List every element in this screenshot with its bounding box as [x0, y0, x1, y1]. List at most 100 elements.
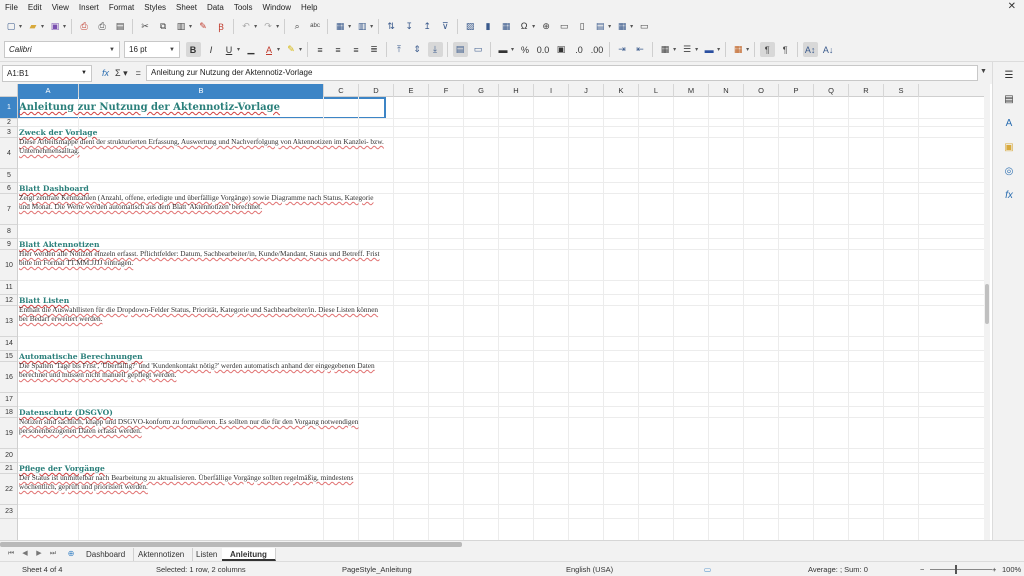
row-header-1[interactable]: 1: [0, 97, 17, 119]
cell-grid[interactable]: Anleitung zur Nutzung der Aktennotiz-Vor…: [18, 97, 990, 540]
column-icon[interactable]: ▥: [355, 19, 370, 34]
save-icon[interactable]: ▣: [48, 19, 63, 34]
formula-icon[interactable]: =: [136, 68, 141, 78]
font-size-box[interactable]: 16 pt ▼: [124, 41, 180, 58]
font-color-icon[interactable]: A: [262, 42, 277, 57]
tab-anleitung[interactable]: Anleitung: [222, 548, 276, 561]
define-print-area-icon[interactable]: ▤: [593, 19, 608, 34]
column-header-k[interactable]: K: [604, 84, 639, 97]
open-icon[interactable]: ▰: [26, 19, 41, 34]
menu-file[interactable]: File: [0, 3, 23, 12]
zoom-in-icon[interactable]: +: [992, 565, 996, 574]
row-icon[interactable]: ▦: [333, 19, 348, 34]
row-header-15[interactable]: 15: [0, 351, 17, 362]
text-direction-horizontal-icon[interactable]: A↕: [802, 42, 818, 57]
comment-icon[interactable]: ▭: [557, 19, 572, 34]
new-icon[interactable]: ▢: [4, 19, 19, 34]
print-preview-icon[interactable]: ▤: [113, 19, 128, 34]
copy-icon[interactable]: ⧉: [156, 19, 171, 34]
row-header-4[interactable]: 4: [0, 138, 17, 169]
row-header-22[interactable]: 22: [0, 474, 17, 505]
merge-center-icon[interactable]: ▭: [471, 42, 486, 57]
column-header-h[interactable]: H: [499, 84, 534, 97]
column-header-e[interactable]: E: [394, 84, 429, 97]
tab-dashboard[interactable]: Dashboard: [78, 548, 135, 561]
name-box[interactable]: A1:B1 ▼: [2, 64, 92, 82]
align-center-icon[interactable]: ≡: [331, 42, 346, 57]
tab-listen[interactable]: Listen: [188, 548, 227, 561]
selection-mode-icon[interactable]: ▭: [704, 565, 711, 574]
align-middle-icon[interactable]: ⇕: [410, 42, 425, 57]
column-header-s[interactable]: S: [884, 84, 919, 97]
row-header-17[interactable]: 17: [0, 393, 17, 407]
border-style-icon[interactable]: ☰: [680, 42, 695, 57]
split-window-icon[interactable]: ▭: [637, 19, 652, 34]
undo-icon[interactable]: ↶: [239, 19, 254, 34]
borders-icon[interactable]: ▦: [658, 42, 673, 57]
properties-icon[interactable]: ▤: [1002, 92, 1016, 106]
row-header-19[interactable]: 19: [0, 418, 17, 449]
print-icon[interactable]: ⎙: [95, 19, 110, 34]
zoom-level[interactable]: 100%: [1002, 565, 1021, 574]
row-header-20[interactable]: 20: [0, 449, 17, 463]
delete-decimal-icon[interactable]: .00: [590, 42, 605, 57]
border-color-icon[interactable]: ▬: [702, 42, 717, 57]
italic-icon[interactable]: I: [204, 42, 219, 57]
row-header-12[interactable]: 12: [0, 295, 17, 306]
row-header-7[interactable]: 7: [0, 194, 17, 225]
zoom-out-icon[interactable]: −: [920, 565, 924, 574]
paste-icon[interactable]: ▥: [174, 19, 189, 34]
row-header-21[interactable]: 21: [0, 463, 17, 474]
column-header-r[interactable]: R: [849, 84, 884, 97]
last-sheet-icon[interactable]: ⏭: [48, 549, 58, 559]
column-header-m[interactable]: M: [674, 84, 709, 97]
menu-edit[interactable]: Edit: [23, 3, 47, 12]
row-header-3[interactable]: 3: [0, 127, 17, 138]
zoom-slider-handle[interactable]: [955, 565, 957, 574]
highlight-color-icon[interactable]: ✎: [284, 42, 299, 57]
align-left-icon[interactable]: ≡: [313, 42, 328, 57]
column-header-o[interactable]: O: [744, 84, 779, 97]
left-to-right-icon[interactable]: ¶: [759, 42, 775, 57]
column-header-j[interactable]: J: [569, 84, 604, 97]
hyperlink-icon[interactable]: ⊕: [539, 19, 554, 34]
column-header-d[interactable]: D: [359, 84, 394, 97]
navigator-icon[interactable]: ◎: [1002, 164, 1016, 178]
formula-input[interactable]: Anleitung zur Nutzung der Aktennotiz-Vor…: [146, 65, 978, 81]
right-to-left-icon[interactable]: ¶: [778, 42, 793, 57]
menu-tools[interactable]: Tools: [229, 3, 258, 12]
zoom-slider[interactable]: [930, 569, 992, 570]
wrap-text-icon[interactable]: ▤: [452, 42, 468, 57]
column-header-c[interactable]: C: [324, 84, 359, 97]
pivot-table-icon[interactable]: ▦: [499, 19, 514, 34]
add-decimal-icon[interactable]: .0: [572, 42, 587, 57]
special-character-icon[interactable]: Ω: [517, 19, 532, 34]
row-header-6[interactable]: 6: [0, 183, 17, 194]
column-header-q[interactable]: Q: [814, 84, 849, 97]
row-header-11[interactable]: 11: [0, 281, 17, 295]
language[interactable]: English (USA): [566, 565, 613, 574]
column-header-f[interactable]: F: [429, 84, 464, 97]
column-header-p[interactable]: P: [779, 84, 814, 97]
close-document-icon[interactable]: ✕: [1008, 1, 1016, 12]
row-header-13[interactable]: 13: [0, 306, 17, 337]
row-header-9[interactable]: 9: [0, 239, 17, 250]
increase-indent-icon[interactable]: ⇥: [615, 42, 630, 57]
spelling-icon[interactable]: ᵃᵇᶜ: [308, 19, 323, 34]
align-right-icon[interactable]: ≡: [349, 42, 364, 57]
number-format-icon[interactable]: 0.0: [536, 42, 551, 57]
summary[interactable]: Average: ; Sum: 0: [808, 565, 868, 574]
functions-icon[interactable]: fx: [1002, 188, 1016, 202]
menu-format[interactable]: Format: [104, 3, 139, 12]
menu-sheet[interactable]: Sheet: [171, 3, 202, 12]
next-sheet-icon[interactable]: ▶: [34, 549, 44, 559]
row-header-16[interactable]: 16: [0, 362, 17, 393]
select-all-corner[interactable]: [0, 84, 18, 97]
row-header-8[interactable]: 8: [0, 225, 17, 239]
previous-sheet-icon[interactable]: ◀: [20, 549, 30, 559]
decrease-indent-icon[interactable]: ⇤: [633, 42, 648, 57]
menu-styles[interactable]: Styles: [139, 3, 171, 12]
percent-format-icon[interactable]: %: [518, 42, 533, 57]
first-sheet-icon[interactable]: ⏮: [6, 549, 16, 559]
function-wizard-icon[interactable]: fx: [102, 68, 109, 78]
